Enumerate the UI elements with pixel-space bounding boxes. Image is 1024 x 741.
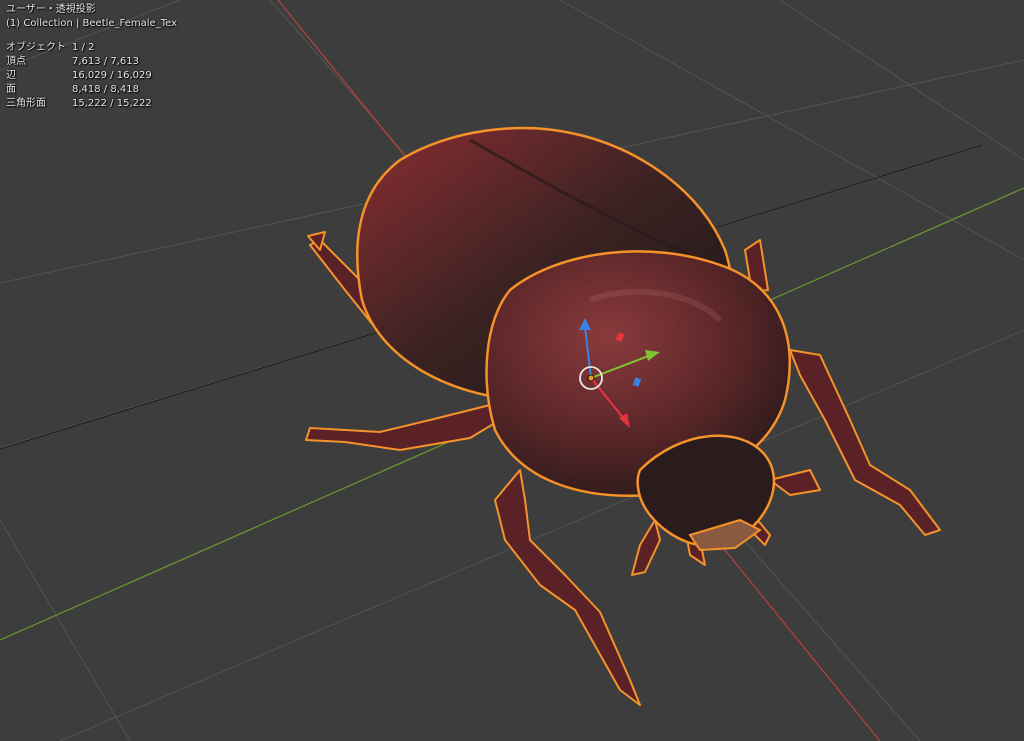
viewport-text-overlay: ユーザー・透視投影 (1) Collection | Beetle_Female… bbox=[6, 3, 177, 111]
stat-row-faces: 面 8,418 / 8,418 bbox=[6, 83, 177, 97]
viewport-scene[interactable] bbox=[0, 0, 1024, 741]
stat-row-edges: 辺 16,029 / 16,029 bbox=[6, 69, 177, 83]
3d-viewport[interactable]: ユーザー・透視投影 (1) Collection | Beetle_Female… bbox=[0, 0, 1024, 741]
stat-value: 7,613 / 7,613 bbox=[72, 56, 139, 67]
stat-row-objects: オブジェクト 1 / 2 bbox=[6, 41, 177, 55]
stat-value: 1 / 2 bbox=[72, 42, 95, 53]
stat-value: 8,418 / 8,418 bbox=[72, 84, 139, 95]
stat-row-triangles: 三角形面 15,222 / 15,222 bbox=[6, 97, 177, 111]
collection-label: (1) Collection | Beetle_Female_Tex bbox=[6, 18, 178, 29]
stat-label: 面 bbox=[6, 84, 16, 95]
stat-value: 15,222 / 15,222 bbox=[72, 98, 152, 109]
stat-row-vertices: 頂点 7,613 / 7,613 bbox=[6, 55, 177, 69]
scene-statistics: オブジェクト 1 / 2 頂点 7,613 / 7,613 辺 16,029 / 16… bbox=[6, 41, 177, 111]
stat-value: 16,029 / 16,029 bbox=[72, 70, 152, 81]
view-mode-label: ユーザー・透視投影 bbox=[6, 4, 96, 15]
stat-label: 頂点 bbox=[6, 56, 26, 67]
stat-label: 辺 bbox=[6, 70, 16, 81]
stat-label: オブジェクト bbox=[6, 42, 66, 53]
stat-label: 三角形面 bbox=[6, 98, 46, 109]
object-origin-dot bbox=[587, 374, 595, 382]
